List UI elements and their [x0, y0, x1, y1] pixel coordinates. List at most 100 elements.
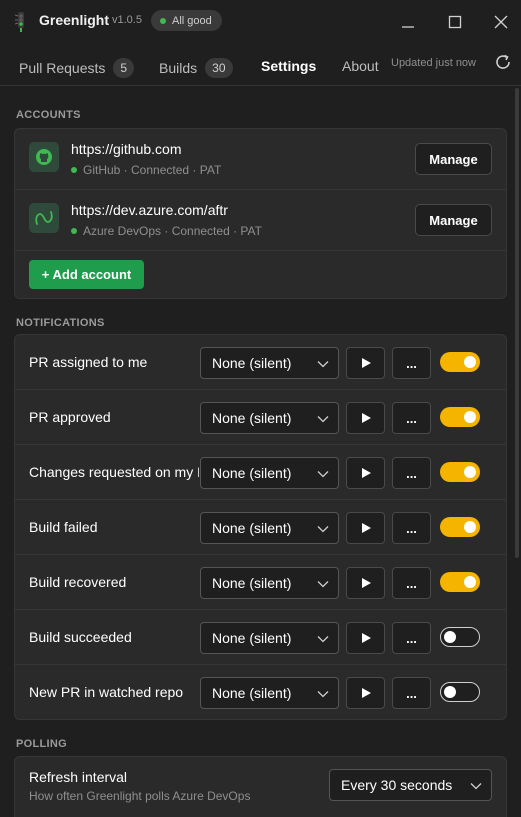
notification-row: Build failed None (silent)... — [15, 500, 506, 555]
notification-toggle[interactable] — [440, 572, 480, 592]
notification-toggle[interactable] — [440, 517, 480, 537]
connected-dot-icon — [71, 167, 77, 173]
play-icon — [361, 358, 371, 368]
play-icon — [361, 413, 371, 423]
app-name: Greenlight — [39, 12, 110, 28]
account-url: https://dev.azure.com/aftr — [71, 202, 228, 218]
notification-row: Changes requested on my PR None (silent).… — [15, 445, 506, 500]
sound-select[interactable]: None (silent) — [200, 347, 339, 379]
github-icon — [29, 142, 59, 172]
status-badge: All good — [151, 10, 222, 31]
more-options-button[interactable]: ... — [392, 402, 431, 434]
manage-button[interactable]: Manage — [415, 204, 492, 236]
account-meta: Azure DevOps · Connected · PAT — [71, 224, 262, 238]
notification-toggle[interactable] — [440, 682, 480, 702]
tab-pull-requests[interactable]: Pull Requests 5 — [19, 58, 135, 78]
play-sound-button[interactable] — [346, 402, 385, 434]
sound-select[interactable]: None (silent) — [200, 567, 339, 599]
chevron-down-icon — [317, 636, 329, 643]
traffic-light-logo-icon — [14, 12, 24, 32]
notification-row: Build succeeded None (silent)... — [15, 610, 506, 665]
title-bar: Greenlight v1.0.5 All good — [0, 0, 521, 44]
notification-label: New PR in watched repo — [29, 684, 184, 700]
connected-dot-icon — [71, 228, 77, 234]
select-value: None (silent) — [212, 410, 292, 426]
tab-count-badge: 5 — [113, 58, 135, 78]
notification-label: PR assigned to me — [29, 354, 148, 370]
notification-row: PR assigned to me None (silent)... — [15, 335, 506, 390]
toggle-knob — [444, 630, 456, 643]
minimize-button[interactable] — [393, 8, 423, 36]
close-icon — [494, 15, 508, 29]
more-options-button[interactable]: ... — [392, 677, 431, 709]
polling-card: Refresh interval How often Greenlight po… — [14, 756, 507, 817]
account-meta-text: GitHub · Connected · PAT — [83, 163, 222, 177]
more-options-button[interactable]: ... — [392, 622, 431, 654]
refresh-icon[interactable] — [494, 53, 512, 71]
chevron-down-icon — [317, 526, 329, 533]
accounts-card: https://github.com GitHub · Connected · … — [14, 128, 507, 299]
notification-label: Build succeeded — [29, 629, 132, 645]
refresh-interval-description: How often Greenlight polls Azure DevOps — [29, 789, 251, 803]
account-row: https://github.com GitHub · Connected · … — [15, 129, 506, 190]
chevron-down-icon — [317, 416, 329, 423]
sound-select[interactable]: None (silent) — [200, 402, 339, 434]
more-options-button[interactable]: ... — [392, 567, 431, 599]
notification-row: Build recovered None (silent)... — [15, 555, 506, 610]
play-icon — [361, 468, 371, 478]
notification-toggle[interactable] — [440, 407, 480, 427]
tab-builds[interactable]: Builds 30 — [159, 58, 233, 78]
chevron-down-icon — [317, 471, 329, 478]
close-button[interactable] — [486, 8, 516, 36]
tab-count-badge: 30 — [205, 58, 233, 78]
sound-select[interactable]: None (silent) — [200, 622, 339, 654]
play-icon — [361, 688, 371, 698]
status-dot-icon — [160, 17, 166, 24]
play-sound-button[interactable] — [346, 347, 385, 379]
play-sound-button[interactable] — [346, 677, 385, 709]
play-sound-button[interactable] — [346, 457, 385, 489]
notification-row: PR approved None (silent)... — [15, 390, 506, 445]
manage-button[interactable]: Manage — [415, 143, 492, 175]
sound-select[interactable]: None (silent) — [200, 677, 339, 709]
sound-select[interactable]: None (silent) — [200, 457, 339, 489]
tab-about[interactable]: About — [342, 58, 379, 74]
play-icon — [361, 578, 371, 588]
notifications-card: PR assigned to me None (silent)... PR appr… — [14, 334, 507, 720]
toggle-knob — [464, 411, 476, 423]
tab-label: Builds — [159, 60, 198, 76]
select-value: None (silent) — [212, 355, 292, 371]
more-options-button[interactable]: ... — [392, 512, 431, 544]
more-options-button[interactable]: ... — [392, 347, 431, 379]
polling-heading: POLLING — [16, 738, 67, 750]
notification-label: Build failed — [29, 519, 98, 535]
select-value: None (silent) — [212, 465, 292, 481]
notifications-heading: NOTIFICATIONS — [16, 317, 105, 329]
notification-toggle[interactable] — [440, 627, 480, 647]
account-url: https://github.com — [71, 141, 182, 157]
add-account-button[interactable]: + Add account — [29, 260, 144, 289]
sound-select[interactable]: None (silent) — [200, 512, 339, 544]
account-meta: GitHub · Connected · PAT — [71, 163, 221, 177]
play-sound-button[interactable] — [346, 622, 385, 654]
notification-toggle[interactable] — [440, 462, 480, 482]
play-sound-button[interactable] — [346, 567, 385, 599]
play-sound-button[interactable] — [346, 512, 385, 544]
toggle-knob — [464, 576, 476, 588]
chevron-down-icon — [317, 361, 329, 368]
toggle-knob — [464, 521, 476, 533]
notification-label: Build recovered — [29, 574, 127, 590]
tab-settings[interactable]: Settings — [261, 58, 316, 74]
toggle-knob — [444, 685, 456, 698]
app-version: v1.0.5 — [112, 14, 142, 26]
select-value: None (silent) — [212, 685, 292, 701]
select-value: None (silent) — [212, 575, 292, 591]
scrollbar[interactable] — [515, 88, 519, 558]
more-options-button[interactable]: ... — [392, 457, 431, 489]
notification-toggle[interactable] — [440, 352, 480, 372]
maximize-button[interactable] — [440, 8, 470, 36]
chevron-down-icon — [470, 783, 482, 790]
refresh-interval-select[interactable]: Every 30 seconds — [329, 769, 492, 801]
select-value: None (silent) — [212, 630, 292, 646]
select-value: Every 30 seconds — [341, 777, 453, 793]
